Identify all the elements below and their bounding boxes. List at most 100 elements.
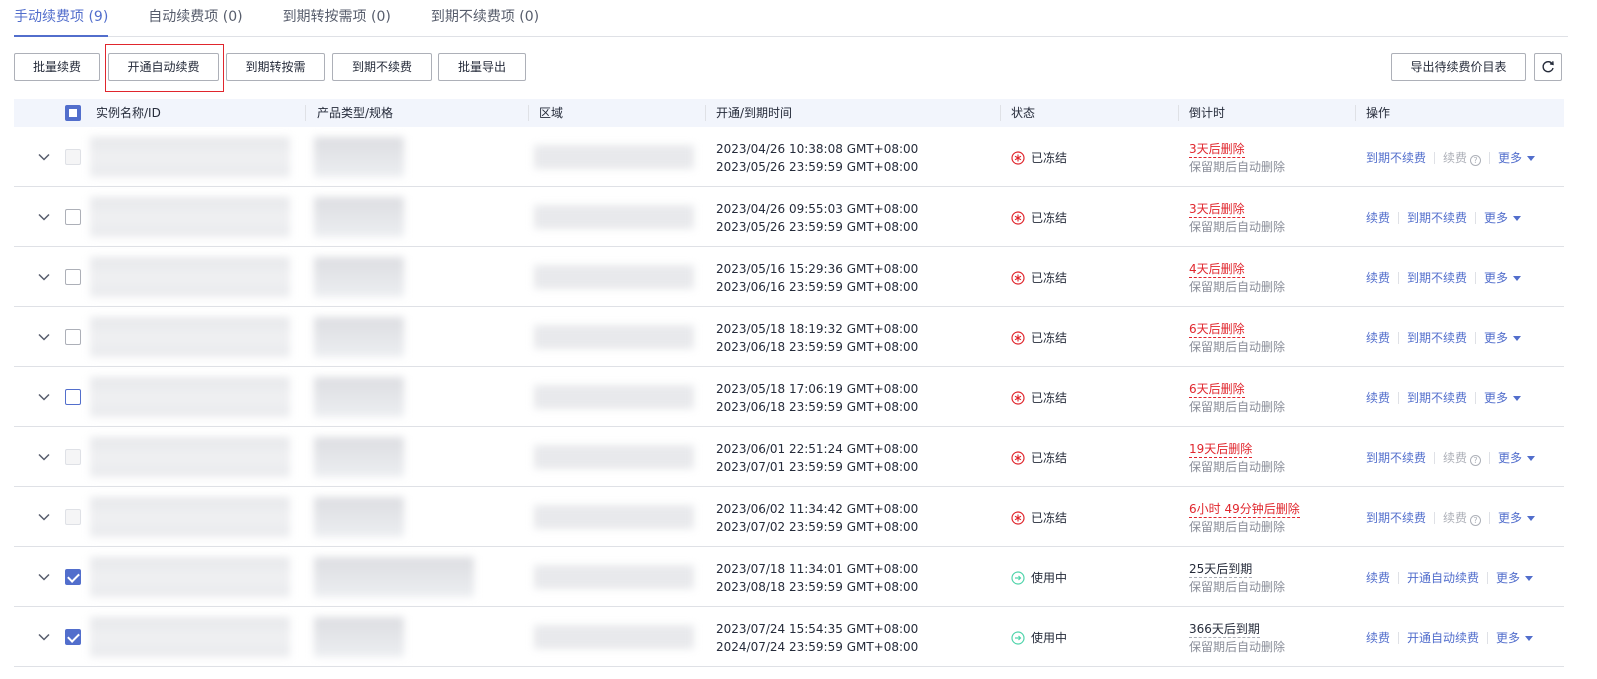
renew-link[interactable]: 续费 [1366, 209, 1390, 226]
chevron-down-icon [38, 573, 50, 581]
no-renew-link[interactable]: 到期不续费 [1366, 449, 1426, 466]
status-text: 已冻结 [1031, 271, 1068, 285]
renew-link: 续费? [1443, 509, 1482, 526]
renew-link[interactable]: 续费 [1366, 389, 1390, 406]
more-dropdown[interactable]: 更多 [1498, 449, 1536, 466]
countdown-sub: 保留期后自动删除 [1189, 340, 1286, 354]
frozen-icon [1011, 450, 1025, 465]
countdown-text: 6小时 49分钟后删除 [1189, 502, 1300, 518]
row-checkbox[interactable] [65, 269, 81, 285]
start-time: 2023/07/24 15:54:35 GMT+08:00 [716, 622, 919, 636]
no-renew-link[interactable]: 到期不续费 [1407, 209, 1467, 226]
region-redacted [534, 625, 694, 649]
expand-row-toggle[interactable] [36, 569, 52, 585]
chevron-down-icon [38, 273, 50, 281]
table-row: 2023/06/02 11:34:42 GMT+08:00 2023/07/02 … [14, 487, 1564, 547]
expand-row-toggle[interactable] [36, 629, 52, 645]
ops-cell: 续费 到期不续费 更多 [1366, 209, 1522, 226]
refresh-button[interactable] [1534, 53, 1562, 81]
to-on-demand-button[interactable]: 到期转按需 [226, 53, 325, 81]
instance-name-redacted [90, 617, 290, 657]
start-time: 2023/06/01 22:51:24 GMT+08:00 [716, 442, 919, 456]
countdown-text: 6天后删除 [1189, 322, 1245, 338]
no-renew-link[interactable]: 到期不续费 [1366, 149, 1426, 166]
col-divider [1000, 105, 1001, 121]
row-checkbox[interactable] [65, 209, 81, 225]
renew-link[interactable]: 续费 [1366, 269, 1390, 286]
batch-export-button[interactable]: 批量导出 [438, 53, 526, 81]
no-renew-link[interactable]: 到期不续费 [1407, 269, 1467, 286]
start-time: 2023/06/02 11:34:42 GMT+08:00 [716, 502, 919, 516]
renew-link[interactable]: 续费 [1366, 329, 1390, 346]
tab-manual-renew[interactable]: 手动续费项 (9) [14, 0, 109, 37]
enable-auto-renew-button[interactable]: 开通自动续费 [108, 53, 219, 81]
ops-divider [1475, 391, 1477, 404]
tab-auto-renew[interactable]: 自动续费项 (0) [148, 0, 242, 37]
row-checkbox[interactable] [65, 629, 81, 645]
row-checkbox[interactable] [65, 329, 81, 345]
more-dropdown[interactable]: 更多 [1484, 269, 1522, 286]
select-all-checkbox[interactable] [65, 105, 81, 121]
export-price-list-button[interactable]: 导出待续费价目表 [1391, 53, 1526, 81]
chevron-down-icon [1527, 516, 1536, 521]
no-renew-button[interactable]: 到期不续费 [332, 53, 432, 81]
table-row: 2023/06/01 22:51:24 GMT+08:00 2023/07/01 … [14, 427, 1564, 487]
expand-row-toggle[interactable] [36, 149, 52, 165]
col-type: 产品类型/规格 [317, 106, 394, 120]
more-dropdown[interactable]: 更多 [1498, 149, 1536, 166]
no-renew-link[interactable]: 到期不续费 [1407, 329, 1467, 346]
expand-row-toggle[interactable] [36, 209, 52, 225]
in-use-icon [1011, 570, 1025, 585]
expand-row-toggle[interactable] [36, 449, 52, 465]
countdown-cell: 4天后删除 保留期后自动删除 [1189, 260, 1285, 296]
countdown-sub: 保留期后自动删除 [1189, 640, 1286, 654]
no-renew-link[interactable]: 到期不续费 [1366, 509, 1426, 526]
expand-row-toggle[interactable] [36, 329, 52, 345]
renew-link[interactable]: 续费 [1366, 569, 1390, 586]
countdown-text: 25天后到期 [1189, 562, 1253, 578]
expand-row-toggle[interactable] [36, 389, 52, 405]
chevron-down-icon [1527, 456, 1536, 461]
region-redacted [534, 505, 694, 529]
row-checkbox [65, 509, 81, 525]
table-header: 实例名称/ID 产品类型/规格 区域 开通/到期时间 状态 倒计时 操作 [14, 99, 1564, 127]
more-dropdown[interactable]: 更多 [1496, 569, 1534, 586]
enable-auto-renew-link[interactable]: 开通自动续费 [1407, 569, 1479, 586]
instance-name-redacted [90, 317, 290, 357]
product-type-redacted [314, 197, 404, 237]
more-dropdown[interactable]: 更多 [1496, 629, 1534, 646]
status-cell: 已冻结 [1011, 509, 1067, 526]
enable-auto-renew-link[interactable]: 开通自动续费 [1407, 629, 1479, 646]
status-cell: 使用中 [1011, 629, 1067, 646]
status-text: 已冻结 [1031, 511, 1068, 525]
more-dropdown[interactable]: 更多 [1484, 329, 1522, 346]
table-row: 2023/05/18 17:06:19 GMT+08:00 2023/06/18 … [14, 367, 1564, 427]
chevron-down-icon [1525, 636, 1534, 641]
ops-cell: 到期不续费 续费? 更多 [1366, 149, 1536, 166]
row-checkbox[interactable] [65, 389, 81, 405]
help-icon[interactable]: ? [1470, 515, 1482, 526]
batch-renew-button[interactable]: 批量续费 [14, 53, 100, 81]
renew-link[interactable]: 续费 [1366, 629, 1390, 646]
instance-name-redacted [90, 377, 290, 417]
expand-row-toggle[interactable] [36, 269, 52, 285]
chevron-down-icon [1525, 576, 1534, 581]
help-icon[interactable]: ? [1470, 155, 1482, 166]
end-time: 2023/07/01 23:59:59 GMT+08:00 [716, 460, 919, 474]
table-body: 2023/04/26 10:38:08 GMT+08:00 2023/05/26 … [14, 127, 1564, 667]
countdown-cell: 3天后删除 保留期后自动删除 [1189, 140, 1285, 176]
region-redacted [534, 445, 694, 469]
expand-row-toggle[interactable] [36, 509, 52, 525]
product-type-redacted [314, 497, 404, 537]
more-dropdown[interactable]: 更多 [1484, 209, 1522, 226]
tab-to-on-demand[interactable]: 到期转按需项 (0) [283, 0, 391, 37]
tab-no-renew[interactable]: 到期不续费项 (0) [431, 0, 539, 37]
more-dropdown[interactable]: 更多 [1498, 509, 1536, 526]
more-dropdown[interactable]: 更多 [1484, 389, 1522, 406]
no-renew-link[interactable]: 到期不续费 [1407, 389, 1467, 406]
row-checkbox[interactable] [65, 569, 81, 585]
help-icon[interactable]: ? [1470, 455, 1482, 466]
chevron-down-icon [1513, 336, 1522, 341]
refresh-icon [1542, 61, 1554, 73]
countdown-cell: 6天后删除 保留期后自动删除 [1189, 380, 1285, 416]
